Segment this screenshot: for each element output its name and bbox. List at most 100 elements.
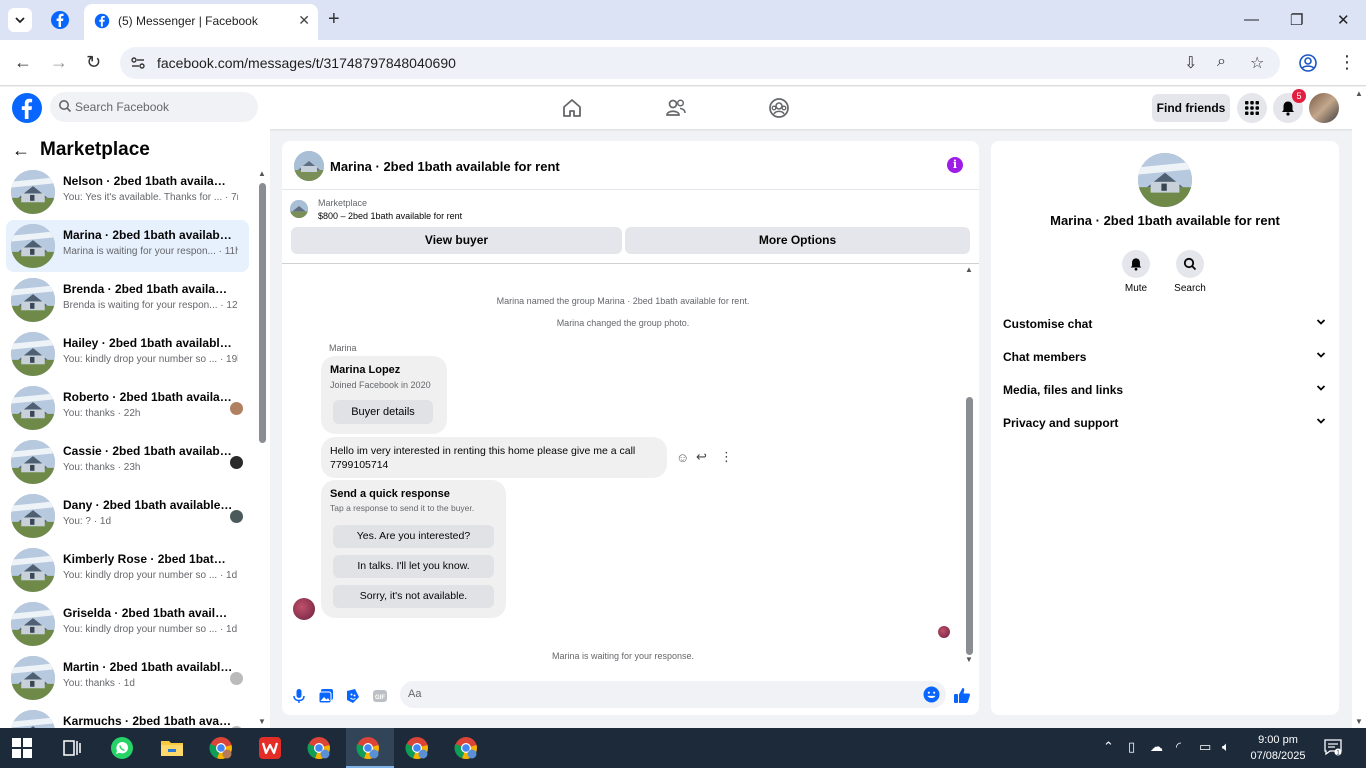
volume-icon[interactable]: 🔈︎ [1222, 739, 1230, 755]
conversation-item[interactable]: Marina · 2bed 1bath available f... Marina… [6, 220, 249, 272]
bookmark-star-icon[interactable]: ☆ [1250, 53, 1264, 73]
clock-time: 9:00 pm [1258, 734, 1298, 746]
chat-scroll-thumb[interactable] [966, 397, 973, 655]
task-view-icon[interactable] [62, 738, 82, 758]
info-icon[interactable]: i [947, 157, 963, 173]
incoming-message[interactable]: Hello im very interested in renting this… [321, 437, 667, 478]
active-tab[interactable]: (5) Messenger | Facebook ✕ [84, 4, 318, 40]
sender-avatar[interactable] [293, 598, 315, 620]
facebook-logo-icon[interactable] [12, 93, 42, 123]
account-avatar[interactable] [1309, 93, 1339, 123]
device-icon[interactable]: ▯ [1128, 739, 1135, 755]
file-explorer-icon[interactable] [160, 736, 184, 760]
search-action[interactable]: Search [1160, 250, 1220, 294]
section-privacy-support[interactable]: Privacy and support [1003, 416, 1327, 436]
sidebar-scrollbar[interactable]: ▲ ▼ [258, 169, 266, 728]
friends-icon[interactable] [665, 97, 687, 119]
chrome-icon[interactable] [209, 736, 233, 760]
forward-icon[interactable]: → [50, 53, 68, 71]
conversation-item[interactable]: Cassie · 2bed 1bath available ... You: th… [6, 436, 249, 488]
windows-taskbar: ⌃ ▯ ☁ ◜ ▭ 🔈︎ 9:00 pm 07/08/2025 1 [0, 728, 1366, 768]
groups-icon[interactable] [768, 97, 790, 119]
windows-start-icon[interactable] [12, 738, 32, 758]
react-emoji-icon[interactable]: ☺ [676, 450, 689, 465]
conversation-item[interactable]: Nelson · 2bed 1bath available f... You: Y… [6, 166, 249, 218]
reply-icon[interactable]: ↩ [696, 449, 707, 465]
emoji-icon[interactable] [923, 686, 940, 703]
facebook-search-input[interactable]: Search Facebook [50, 92, 258, 122]
chrome-profile-icon[interactable] [307, 736, 331, 760]
microphone-icon[interactable] [291, 688, 307, 704]
section-media-files-links[interactable]: Media, files and links [1003, 383, 1327, 403]
back-arrow-icon[interactable]: ← [12, 140, 30, 161]
chat-title: Marina · 2bed 1bath available for rent [330, 159, 560, 174]
restore-icon[interactable]: ❐ [1290, 11, 1303, 29]
conversation-item[interactable]: Dany · 2bed 1bath available f... You: ? ·… [6, 490, 249, 542]
battery-icon[interactable]: ▭ [1199, 739, 1211, 755]
system-clock[interactable]: 9:00 pm 07/08/2025 [1250, 732, 1306, 764]
chrome-profile-icon[interactable] [405, 736, 429, 760]
bell-icon [1130, 258, 1142, 271]
chevron-down-icon [15, 17, 25, 24]
more-options-button[interactable]: More Options [625, 227, 970, 254]
section-chat-members[interactable]: Chat members [1003, 350, 1327, 370]
onedrive-cloud-icon[interactable]: ☁ [1150, 739, 1163, 755]
section-label: Chat members [1003, 350, 1087, 364]
message-placeholder: Aa [408, 688, 422, 700]
conversation-item[interactable]: Martin · 2bed 1bath available... You: tha… [6, 652, 249, 704]
page-scrollbar[interactable]: ▲ ▼ [1352, 87, 1366, 728]
menu-button[interactable] [1237, 93, 1267, 123]
conversation-item[interactable]: Brenda · 2bed 1bath available f... Brenda… [6, 274, 249, 326]
conversation-item[interactable]: Kimberly Rose · 2bed 1bath avai... You: k… [6, 544, 249, 596]
section-customise-chat[interactable]: Customise chat [1003, 317, 1327, 337]
quick-response-in-talks[interactable]: In talks. I'll let you know. [333, 555, 494, 578]
chrome-profile-icon[interactable] [356, 736, 380, 760]
message-input[interactable]: Aa [400, 681, 946, 708]
system-message: Marina named the group Marina · 2bed 1ba… [496, 296, 750, 306]
sidebar-scroll-thumb[interactable] [259, 183, 266, 443]
divider [282, 263, 979, 264]
like-thumb-icon[interactable] [953, 686, 971, 704]
facebook-favicon-icon [94, 13, 110, 29]
close-window-icon[interactable]: ✕ [1337, 11, 1350, 29]
sticker-icon[interactable] [345, 688, 361, 704]
install-app-icon[interactable]: ⇩ [1184, 53, 1197, 73]
zoom-icon[interactable]: ⌕ [1217, 53, 1226, 71]
new-tab-button[interactable]: + [328, 9, 340, 29]
conversation-item[interactable]: Griselda · 2bed 1bath available f... You:… [6, 598, 249, 650]
seen-receipt-avatar [938, 626, 950, 638]
more-actions-icon[interactable]: ⋮ [720, 449, 733, 465]
show-hidden-icons-icon[interactable]: ⌃ [1103, 739, 1114, 755]
gif-icon[interactable]: GIF [372, 688, 388, 704]
view-buyer-button[interactable]: View buyer [291, 227, 622, 254]
notification-center-icon[interactable]: 1 [1324, 738, 1342, 756]
reload-icon[interactable]: ↻ [86, 53, 101, 71]
home-icon[interactable] [561, 97, 583, 119]
browser-menu-icon[interactable]: ⋮ [1338, 53, 1356, 71]
omnibox[interactable]: facebook.com/messages/t/3174879784804069… [120, 47, 1280, 79]
quick-response-yes[interactable]: Yes. Are you interested? [333, 525, 494, 548]
chat-thumbnail[interactable] [294, 151, 324, 181]
group-photo[interactable] [1138, 153, 1192, 207]
conversation-name: Griselda · 2bed 1bath available f... [63, 606, 233, 620]
quick-response-not-available[interactable]: Sorry, it's not available. [333, 585, 494, 608]
chat-scrollbar[interactable]: ▲ ▼ [965, 265, 975, 665]
whatsapp-icon[interactable] [110, 736, 134, 760]
wps-office-icon[interactable] [258, 736, 282, 760]
tab-search-button[interactable] [8, 8, 32, 32]
chrome-profile-icon[interactable] [454, 736, 478, 760]
back-icon[interactable]: ← [14, 53, 32, 71]
minimize-icon[interactable]: — [1244, 11, 1259, 28]
mute-action[interactable]: Mute [1106, 250, 1166, 294]
facebook-tab-icon[interactable] [50, 10, 70, 30]
conversation-item[interactable]: Roberto · 2bed 1bath availabl... You: tha… [6, 382, 249, 434]
buyer-details-button[interactable]: Buyer details [333, 400, 433, 424]
wifi-icon[interactable]: ◜ [1176, 739, 1181, 755]
profile-icon[interactable] [1298, 53, 1318, 73]
photo-icon[interactable] [318, 688, 334, 704]
close-tab-icon[interactable]: ✕ [298, 12, 310, 29]
conversation-item[interactable]: Karmuchs · 2bed 1bath availa... [6, 706, 249, 728]
find-friends-button[interactable]: Find friends [1152, 94, 1230, 122]
conversation-item[interactable]: Hailey · 2bed 1bath available fo... You: … [6, 328, 249, 380]
site-settings-icon[interactable] [130, 55, 146, 71]
